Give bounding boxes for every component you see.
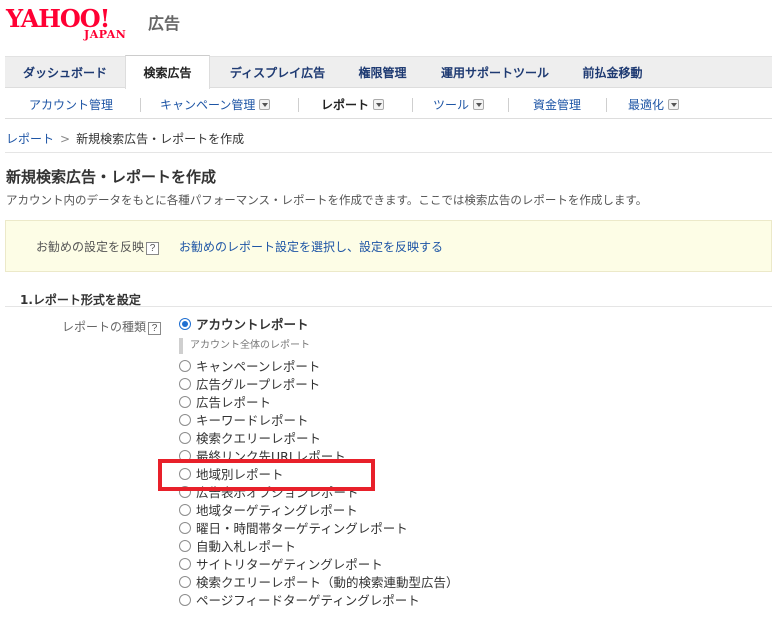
report-type-label: レポートの種類? (62, 318, 162, 335)
breadcrumb-report-link[interactable]: レポート (6, 132, 54, 146)
chevron-down-icon[interactable] (668, 99, 680, 110)
radio-icon[interactable] (179, 558, 191, 570)
main-tabs: ダッシュボード 検索広告 ディスプレイ広告 権限管理 運用サポートツール 前払金… (5, 55, 772, 89)
apply-recommended-settings-link[interactable]: お勧めのレポート設定を選択し、設定を反映する (179, 238, 443, 255)
recommended-settings-panel: お勧めの設定を反映? お勧めのレポート設定を選択し、設定を反映する (5, 220, 772, 272)
subnav-report[interactable]: レポート (321, 96, 385, 114)
help-icon[interactable]: ? (148, 322, 162, 335)
chevron-down-icon[interactable] (373, 99, 385, 110)
radio-adgroup-report[interactable]: 広告グループレポート (179, 376, 320, 394)
subnav-account-management[interactable]: アカウント管理 (29, 96, 113, 114)
radio-icon[interactable] (179, 396, 191, 408)
radio-schedule-targeting-report[interactable]: 曜日・時間帯ターゲティングレポート (179, 520, 408, 538)
subnav-tools[interactable]: ツール (433, 96, 485, 114)
tab-permissions[interactable]: 権限管理 (345, 57, 420, 88)
radio-search-query-report[interactable]: 検索クエリーレポート (179, 430, 321, 448)
radio-geo-targeting-report[interactable]: 地域ターゲティングレポート (179, 502, 358, 520)
radio-dsa-search-query-report[interactable]: 検索クエリーレポート（動的検索連動型広告） (179, 574, 459, 592)
radio-keyword-report[interactable]: キーワードレポート (179, 412, 309, 430)
tab-prepayment-transfer[interactable]: 前払金移動 (570, 57, 655, 88)
tab-search-ads[interactable]: 検索広告 (125, 55, 210, 89)
subnav-campaign-management[interactable]: キャンペーン管理 (160, 96, 271, 114)
subnav-optimization[interactable]: 最適化 (628, 96, 680, 114)
tab-dashboard[interactable]: ダッシュボード (5, 57, 125, 88)
subnav-divider (508, 98, 509, 112)
radio-checked-icon[interactable] (179, 318, 191, 330)
logo-region: JAPAN (84, 28, 127, 41)
subnav-divider (606, 98, 607, 112)
divider (5, 306, 772, 307)
breadcrumb-separator: > (60, 132, 71, 146)
subnav-divider (298, 98, 299, 112)
report-type-note: アカウント全体のレポート (179, 338, 310, 354)
radio-icon[interactable] (179, 414, 191, 426)
radio-campaign-report[interactable]: キャンペーンレポート (179, 358, 320, 376)
breadcrumb-current: 新規検索広告・レポートを作成 (76, 132, 245, 146)
chevron-down-icon[interactable] (473, 99, 485, 110)
logo-product: 広告 (148, 14, 181, 33)
radio-account-report[interactable]: アカウントレポート (179, 316, 309, 334)
subnav-divider (140, 98, 141, 112)
radio-icon[interactable] (179, 432, 191, 444)
sub-navigation: アカウント管理 キャンペーン管理 レポート ツール 資金管理 最適化 (5, 89, 772, 119)
page-title: 新規検索広告・レポートを作成 (6, 168, 217, 186)
divider (5, 152, 772, 153)
recommended-settings-label: お勧めの設定を反映? (36, 238, 160, 255)
subnav-fund-management[interactable]: 資金管理 (533, 96, 581, 114)
highlight-box (158, 459, 375, 491)
radio-page-feed-targeting-report[interactable]: ページフィードターゲティングレポート (179, 592, 420, 610)
radio-icon[interactable] (179, 576, 191, 588)
radio-icon[interactable] (179, 594, 191, 606)
help-icon[interactable]: ? (146, 242, 160, 255)
radio-icon[interactable] (179, 378, 191, 390)
breadcrumb: レポート > 新規検索広告・レポートを作成 (6, 130, 244, 147)
page-description: アカウント内のデータをもとに各種パフォーマンス・レポートを作成できます。ここでは… (6, 193, 648, 207)
radio-icon[interactable] (179, 522, 191, 534)
radio-icon[interactable] (179, 540, 191, 552)
subnav-divider (412, 98, 413, 112)
tab-support-tools[interactable]: 運用サポートツール (420, 57, 570, 88)
yahoo-japan-ads-logo[interactable]: YAHOO! JAPAN 広告 (6, 6, 196, 42)
radio-auto-bidding-report[interactable]: 自動入札レポート (179, 538, 296, 556)
radio-icon[interactable] (179, 504, 191, 516)
chevron-down-icon[interactable] (259, 99, 271, 110)
tab-display-ads[interactable]: ディスプレイ広告 (210, 57, 345, 88)
radio-site-retargeting-report[interactable]: サイトリターゲティングレポート (179, 556, 383, 574)
radio-icon[interactable] (179, 360, 191, 372)
radio-ad-report[interactable]: 広告レポート (179, 394, 271, 412)
